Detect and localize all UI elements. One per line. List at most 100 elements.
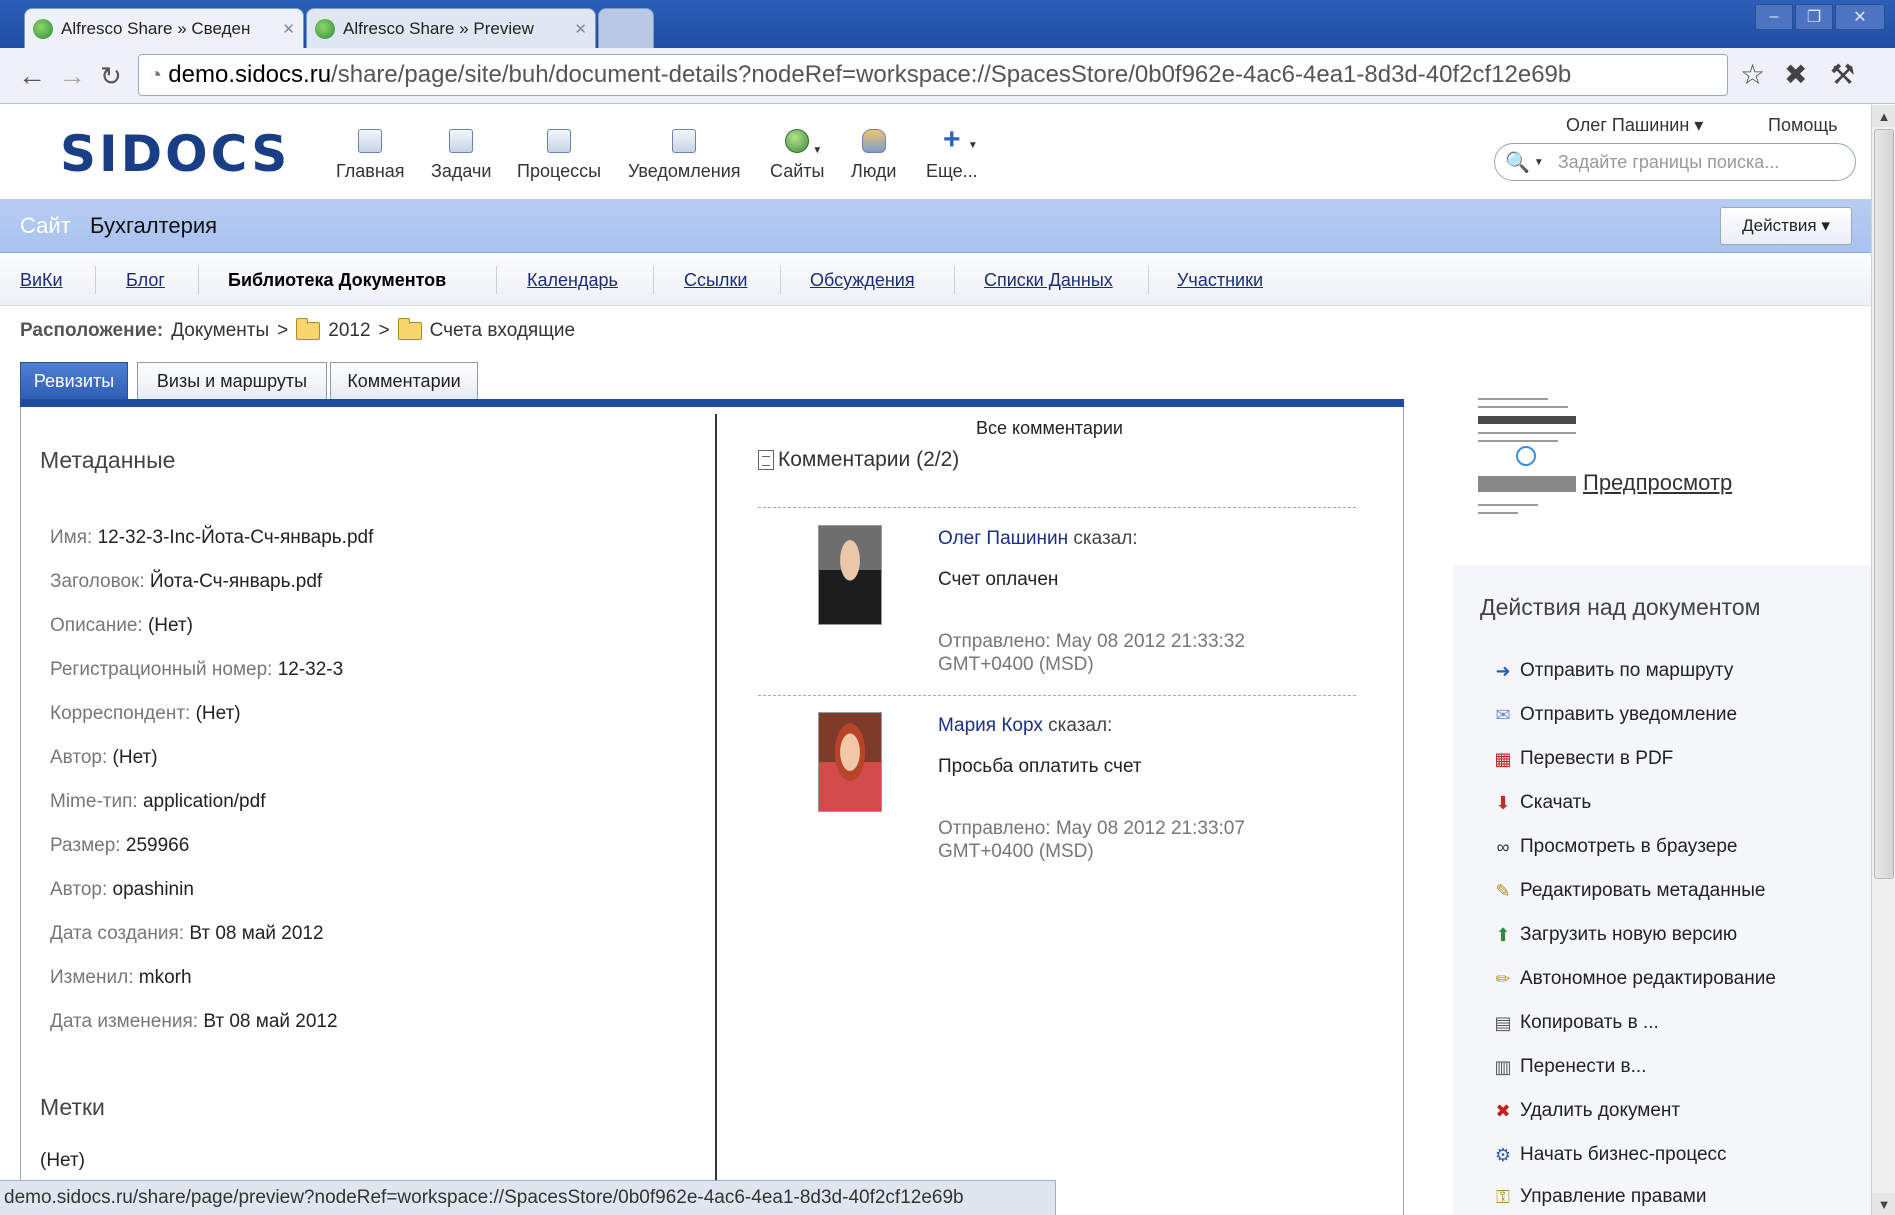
action-send-notification[interactable]: ✉ Отправить уведомление xyxy=(1492,704,1737,726)
breadcrumb-item[interactable]: Счета входящие xyxy=(430,320,575,342)
forward-icon[interactable]: → xyxy=(58,60,86,92)
tab-requisites[interactable]: Ревизиты xyxy=(20,362,128,400)
property-label: Регистрационный номер: xyxy=(50,659,273,680)
nav-people[interactable]: Люди xyxy=(851,129,896,182)
metadata-property: Регистрационный номер: 12-32-3 xyxy=(50,659,343,681)
thumb-table xyxy=(1478,416,1576,424)
search-input[interactable]: 🔍 ▼ Задайте границы поиска... xyxy=(1494,143,1856,181)
comment-author-name[interactable]: Мария Корх xyxy=(938,715,1043,736)
nav-processes[interactable]: Процессы xyxy=(517,129,601,182)
nav-tasks[interactable]: Задачи xyxy=(431,129,491,182)
breadcrumb-item[interactable]: Документы xyxy=(171,320,269,342)
tab-underline xyxy=(20,399,1404,407)
help-link[interactable]: Помощь xyxy=(1768,115,1838,136)
breadcrumb-separator: > xyxy=(378,320,390,341)
delete-icon: ✖ xyxy=(1495,1100,1511,1121)
document-thumbnail[interactable] xyxy=(1478,380,1576,530)
maximize-icon[interactable]: ❐ xyxy=(1795,4,1833,30)
bookmark-star-icon[interactable]: ☆ xyxy=(1740,60,1765,90)
envelope-icon: ✉ xyxy=(1495,704,1511,725)
site-nav-blog[interactable]: Блог xyxy=(126,270,165,291)
action-label: Перенести в... xyxy=(1520,1056,1647,1077)
browser-tab-2[interactable]: Alfresco Share » Preview ✕ xyxy=(306,8,596,48)
reload-icon[interactable]: ↻ xyxy=(100,60,122,92)
site-navigation: ВиКи Блог Библиотека Документов Календар… xyxy=(0,254,1871,306)
nav-home[interactable]: Главная xyxy=(336,129,405,182)
comments-header: Комментарии (2/2) xyxy=(758,448,959,472)
action-send-route[interactable]: ➜ Отправить по маршруту xyxy=(1492,660,1733,682)
property-label: Дата создания: xyxy=(50,923,185,944)
nav-divider xyxy=(95,266,96,294)
thumb-table xyxy=(1478,476,1576,492)
back-icon[interactable]: ← xyxy=(18,60,46,92)
chevron-down-icon[interactable]: ▼ xyxy=(1534,157,1544,168)
action-delete-document[interactable]: ✖ Удалить документ xyxy=(1492,1100,1680,1122)
site-nav-links[interactable]: Ссылки xyxy=(684,270,747,291)
edit-metadata-icon: ✎ xyxy=(1495,880,1511,901)
address-bar[interactable]: ◔ demo.sidocs.ru /share/page/site/buh/do… xyxy=(138,54,1728,96)
action-label: Отправить уведомление xyxy=(1520,704,1738,725)
action-convert-pdf[interactable]: ▦ Перевести в PDF xyxy=(1492,748,1673,770)
browser-toolbar: ← → ↻ ◔ demo.sidocs.ru /share/page/site/… xyxy=(0,48,1895,104)
page-scrollbar[interactable]: ▲ ▼ xyxy=(1871,105,1895,1215)
property-value: 259966 xyxy=(125,835,190,856)
preview-link[interactable]: Предпросмотр xyxy=(1583,470,1732,496)
new-tab-button[interactable] xyxy=(598,8,654,48)
comment-date: Отправлено: May 08 2012 21:33:32 GMT+040… xyxy=(938,631,1245,675)
sidocs-logo[interactable]: SIDOCS xyxy=(60,125,290,183)
action-edit-metadata[interactable]: ✎ Редактировать метаданные xyxy=(1492,880,1765,902)
browser-titlebar: Alfresco Share » Сведен ✕ Alfresco Share… xyxy=(0,0,1895,48)
action-label: Просмотреть в браузере xyxy=(1520,836,1738,857)
close-tab-icon[interactable]: ✕ xyxy=(282,20,295,38)
site-nav-discussions[interactable]: Обсуждения xyxy=(810,270,915,291)
comment-text: Счет оплачен xyxy=(938,569,1059,590)
tab-comments[interactable]: Комментарии xyxy=(330,362,478,400)
url-host: demo.sidocs.ru xyxy=(168,61,332,88)
thumb-stamp xyxy=(1516,446,1536,466)
notifications-icon xyxy=(672,129,697,153)
site-label: Сайт xyxy=(20,213,71,238)
scroll-down-icon[interactable]: ▼ xyxy=(1872,1193,1895,1215)
property-value: 12-32-3 xyxy=(277,659,344,680)
site-nav-data-lists[interactable]: Списки Данных xyxy=(984,270,1113,291)
breadcrumb-label: Расположение: xyxy=(20,320,164,341)
site-nav-calendar[interactable]: Календарь xyxy=(527,270,618,291)
user-menu[interactable]: Олег Пашинин ▾ xyxy=(1566,115,1703,136)
scroll-thumb[interactable] xyxy=(1874,129,1894,879)
comment-author-name[interactable]: Олег Пашинин xyxy=(938,528,1068,549)
breadcrumb-item[interactable]: 2012 xyxy=(328,320,370,342)
tab-visas-routes[interactable]: Визы и маршруты xyxy=(137,362,327,400)
action-offline-edit[interactable]: ✏ Автономное редактирование xyxy=(1492,968,1775,990)
action-manage-permissions[interactable]: ⚿ Управление правами xyxy=(1492,1186,1706,1208)
property-label: Заголовок: xyxy=(50,571,145,592)
site-nav-members[interactable]: Участники xyxy=(1177,270,1263,291)
upload-version-icon: ⬆ xyxy=(1495,924,1511,945)
action-upload-version[interactable]: ⬆ Загрузить новую версию xyxy=(1492,924,1737,946)
nav-notifications[interactable]: Уведомления xyxy=(628,129,741,182)
action-label: Редактировать метаданные xyxy=(1520,880,1766,901)
folder-icon xyxy=(296,318,321,340)
close-tab-icon[interactable]: ✕ xyxy=(574,20,587,38)
globe-icon: ◔ xyxy=(149,62,163,87)
tools-icon[interactable]: ✖ xyxy=(1784,60,1807,90)
action-move-to[interactable]: ▥ Перенести в... xyxy=(1492,1056,1646,1078)
site-nav-document-library[interactable]: Библиотека Документов xyxy=(228,270,446,291)
close-window-icon[interactable]: ✕ xyxy=(1835,4,1885,30)
nav-more[interactable]: + ▼ Еще... xyxy=(926,125,978,182)
action-start-workflow[interactable]: ⚙ Начать бизнес-процесс xyxy=(1492,1144,1727,1166)
search-placeholder: Задайте границы поиска... xyxy=(1557,151,1780,172)
workflow-icon: ⚙ xyxy=(1494,1144,1512,1165)
minimize-icon[interactable]: – xyxy=(1755,4,1793,30)
site-actions-button[interactable]: Действия ▾ xyxy=(1720,207,1852,245)
nav-divider xyxy=(954,266,955,294)
action-view-browser[interactable]: ∞ Просмотреть в браузере xyxy=(1492,836,1738,858)
browser-tab-1[interactable]: Alfresco Share » Сведен ✕ xyxy=(24,8,304,48)
site-nav-wiki[interactable]: ВиКи xyxy=(20,270,63,291)
nav-sites[interactable]: ▼ Сайты xyxy=(770,129,824,182)
action-copy-to[interactable]: ▤ Копировать в ... xyxy=(1492,1012,1658,1034)
action-download[interactable]: ⬇ Скачать xyxy=(1492,792,1591,814)
avatar xyxy=(818,525,882,625)
route-arrow-icon: ➜ xyxy=(1495,660,1511,681)
scroll-up-icon[interactable]: ▲ xyxy=(1872,105,1895,127)
wrench-icon[interactable]: ⚒ xyxy=(1830,60,1855,90)
